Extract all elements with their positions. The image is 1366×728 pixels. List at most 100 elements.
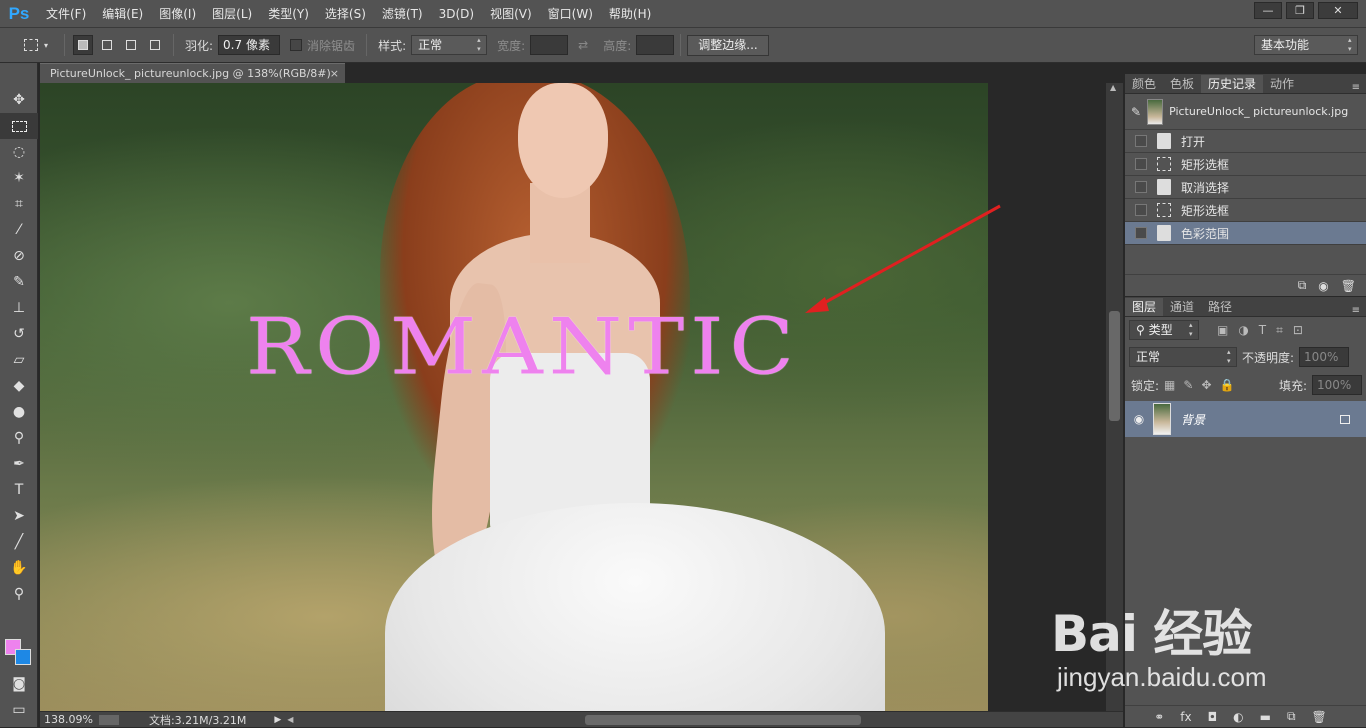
- layer-style-icon[interactable]: fx: [1180, 710, 1191, 724]
- delete-state-icon[interactable]: 🗑: [1341, 279, 1356, 293]
- intersect-selection-button[interactable]: [145, 35, 165, 55]
- quick-mask-icon[interactable]: ◙: [0, 671, 38, 697]
- screen-mode-icon[interactable]: ▭: [0, 697, 38, 723]
- background-color-swatch[interactable]: [15, 649, 31, 665]
- link-layers-icon[interactable]: ⚭: [1154, 710, 1164, 724]
- feather-input[interactable]: 0.7 像素: [218, 35, 281, 55]
- magic-wand-tool-icon[interactable]: ✶: [0, 165, 38, 191]
- history-step-selected[interactable]: 色彩范围: [1125, 222, 1366, 245]
- visibility-eye-icon[interactable]: ◉: [1125, 412, 1153, 426]
- new-selection-button[interactable]: [73, 35, 93, 55]
- rectangular-marquee-tool-icon[interactable]: [0, 113, 38, 139]
- minimize-button[interactable]: —: [1254, 2, 1282, 19]
- brush-tool-icon[interactable]: ✎: [0, 269, 38, 295]
- tab-layers[interactable]: 图层: [1125, 298, 1164, 316]
- menu-select[interactable]: 选择(S): [317, 0, 374, 28]
- menu-view[interactable]: 视图(V): [482, 0, 540, 28]
- height-input[interactable]: [636, 35, 675, 55]
- menu-window[interactable]: 窗口(W): [540, 0, 601, 28]
- width-input[interactable]: [530, 35, 569, 55]
- scroll-up-icon[interactable]: ▲: [1110, 83, 1116, 92]
- tab-color[interactable]: 颜色: [1125, 75, 1163, 93]
- scroll-left-icon[interactable]: ◀: [287, 715, 293, 724]
- history-brush-checkbox[interactable]: [1135, 158, 1147, 170]
- layer-filter-icons[interactable]: ▣◑T⌗⊡: [1217, 323, 1313, 338]
- history-brush-source-icon[interactable]: ✎: [1131, 105, 1141, 119]
- close-button[interactable]: ✕: [1318, 2, 1358, 19]
- pen-tool-icon[interactable]: ✒: [0, 451, 38, 477]
- history-snapshot[interactable]: ✎ PictureUnlock_ pictureunlock.jpg: [1125, 94, 1366, 130]
- fill-input[interactable]: 100%: [1312, 375, 1362, 395]
- line-tool-icon[interactable]: ╱: [0, 529, 38, 555]
- layer-filter-select[interactable]: ⚲ 类型: [1129, 320, 1199, 340]
- opacity-input[interactable]: 100%: [1299, 347, 1350, 367]
- workspace-select[interactable]: 基本功能: [1254, 35, 1358, 55]
- tab-actions[interactable]: 动作: [1263, 75, 1301, 93]
- refine-edge-button[interactable]: 调整边缘...: [687, 34, 769, 56]
- eyedropper-tool-icon[interactable]: ⁄: [0, 217, 38, 243]
- new-document-from-state-icon[interactable]: ⧉: [1298, 278, 1307, 293]
- menu-edit[interactable]: 编辑(E): [94, 0, 151, 28]
- menu-3d[interactable]: 3D(D): [431, 0, 482, 28]
- history-step[interactable]: 打开: [1125, 130, 1366, 153]
- menu-filter[interactable]: 滤镜(T): [374, 0, 431, 28]
- clone-stamp-tool-icon[interactable]: ⊥: [0, 295, 38, 321]
- history-brush-checkbox[interactable]: [1135, 181, 1147, 193]
- delete-layer-icon[interactable]: 🗑: [1312, 710, 1327, 724]
- vertical-scroll-thumb[interactable]: [1109, 311, 1120, 421]
- antialias-checkbox[interactable]: [290, 39, 303, 51]
- status-menu-arrow-icon[interactable]: ▶: [274, 715, 281, 725]
- history-brush-tool-icon[interactable]: ↺: [0, 321, 38, 347]
- panel-menu-icon[interactable]: ≡: [1352, 82, 1360, 93]
- new-layer-icon[interactable]: ⧉: [1287, 709, 1296, 724]
- canvas-area[interactable]: ROMANTIC: [40, 83, 1106, 711]
- type-tool-icon[interactable]: T: [0, 477, 38, 503]
- tab-paths[interactable]: 路径: [1201, 298, 1239, 316]
- style-select[interactable]: 正常: [411, 35, 488, 55]
- add-mask-icon[interactable]: ◘: [1208, 710, 1218, 724]
- tab-swatches[interactable]: 色板: [1163, 75, 1201, 93]
- document-tab[interactable]: PictureUnlock_ pictureunlock.jpg @ 138%(…: [40, 63, 345, 83]
- adjustment-layer-icon[interactable]: ◐: [1233, 710, 1243, 724]
- new-snapshot-icon[interactable]: ◉: [1318, 279, 1328, 293]
- history-step[interactable]: 矩形选框: [1125, 153, 1366, 176]
- path-selection-tool-icon[interactable]: ➤: [0, 503, 38, 529]
- swap-icon[interactable]: ⇄: [578, 38, 588, 52]
- lasso-tool-icon[interactable]: ◌: [0, 139, 38, 165]
- layer-name[interactable]: 背景: [1181, 411, 1340, 428]
- move-tool-icon[interactable]: ✥: [0, 87, 38, 113]
- history-brush-checkbox[interactable]: [1135, 135, 1147, 147]
- menu-help[interactable]: 帮助(H): [601, 0, 659, 28]
- healing-brush-tool-icon[interactable]: ⊘: [0, 243, 38, 269]
- history-step[interactable]: 矩形选框: [1125, 199, 1366, 222]
- crop-tool-icon[interactable]: ⌗: [0, 191, 38, 217]
- horizontal-scroll-thumb[interactable]: [585, 715, 861, 725]
- blend-mode-select[interactable]: 正常: [1129, 347, 1237, 367]
- blur-tool-icon[interactable]: ●: [0, 399, 38, 425]
- dodge-tool-icon[interactable]: ⚲: [0, 425, 38, 451]
- lock-icons[interactable]: ▦✎✥🔒: [1164, 378, 1242, 392]
- paint-bucket-tool-icon[interactable]: ◆: [0, 373, 38, 399]
- new-group-icon[interactable]: ▬: [1260, 710, 1271, 724]
- menu-type[interactable]: 类型(Y): [260, 0, 317, 28]
- zoom-tool-icon[interactable]: ⚲: [0, 581, 38, 607]
- menu-file[interactable]: 文件(F): [38, 0, 94, 28]
- eraser-tool-icon[interactable]: ▱: [0, 347, 38, 373]
- width-label: 宽度:: [497, 38, 526, 53]
- add-selection-button[interactable]: [97, 35, 117, 55]
- menu-image[interactable]: 图像(I): [151, 0, 204, 28]
- restore-button[interactable]: ❐: [1286, 2, 1314, 19]
- layer-row-background[interactable]: ◉ 背景: [1125, 401, 1366, 437]
- panel-menu-icon[interactable]: ≡: [1352, 305, 1360, 316]
- history-brush-checkbox[interactable]: [1135, 204, 1147, 216]
- tab-channels[interactable]: 通道: [1163, 298, 1201, 316]
- hand-tool-icon[interactable]: ✋: [0, 555, 38, 581]
- history-step[interactable]: 取消选择: [1125, 176, 1366, 199]
- close-tab-icon[interactable]: ×: [330, 64, 339, 83]
- subtract-selection-button[interactable]: [121, 35, 141, 55]
- zoom-level[interactable]: 138.09%: [44, 713, 93, 726]
- menu-layer[interactable]: 图层(L): [204, 0, 260, 28]
- tool-preset-picker[interactable]: ▾: [14, 33, 58, 57]
- tab-history[interactable]: 历史记录: [1201, 75, 1264, 93]
- history-brush-checkbox[interactable]: [1135, 227, 1147, 239]
